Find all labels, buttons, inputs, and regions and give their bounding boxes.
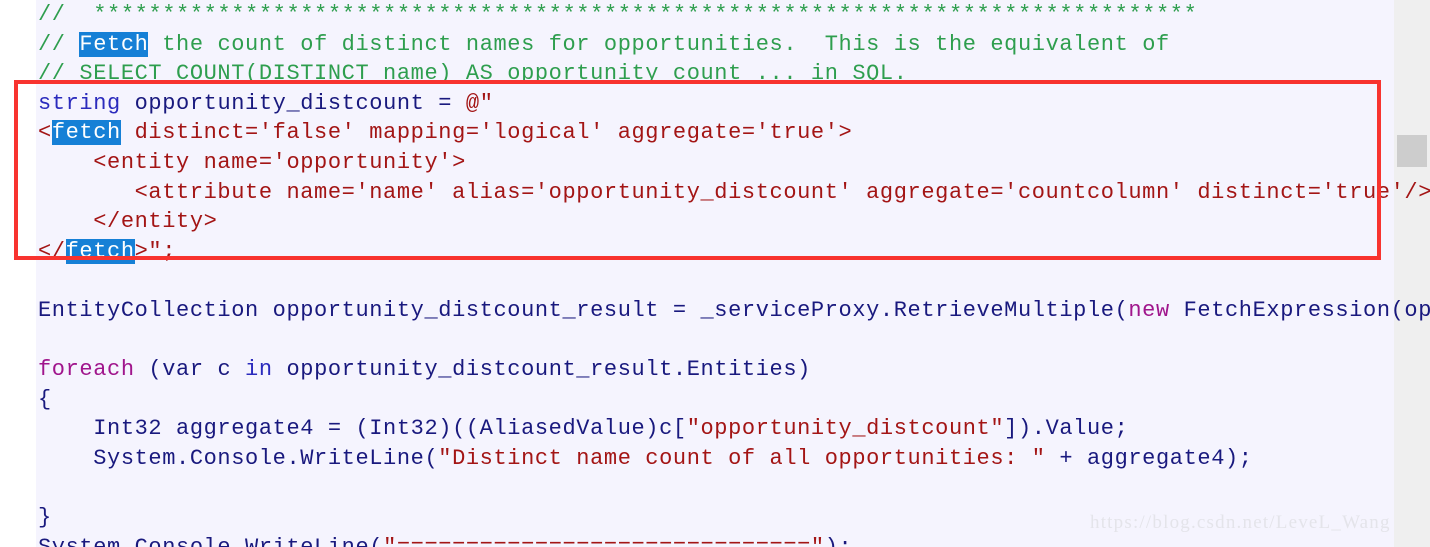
line-int32-aggregate-seg-1: "opportunity_distcount" xyxy=(686,416,1005,442)
line-blank-1[interactable] xyxy=(36,266,1430,296)
line-comment-stars[interactable]: // *************************************… xyxy=(36,0,1430,30)
line-entitycollection[interactable]: EntityCollection opportunity_distcount_r… xyxy=(36,296,1430,326)
line-foreach[interactable]: foreach (var c in opportunity_distcount_… xyxy=(36,355,1430,385)
line-fetch-close-seg-0: </ xyxy=(38,238,66,264)
line-entitycollection-seg-2: FetchExpression(opportu xyxy=(1183,297,1430,323)
line-fetch-open[interactable]: <fetch distinct='false' mapping='logical… xyxy=(36,118,1430,148)
line-writeline-separator-seg-0: System.Console.WriteLine( xyxy=(38,535,383,547)
line-comment-fetch-count[interactable]: // Fetch the count of distinct names for… xyxy=(36,30,1430,60)
line-attribute[interactable]: <attribute name='name' alias='opportunit… xyxy=(36,178,1430,208)
line-blank-3[interactable] xyxy=(36,474,1430,504)
line-writeline-distinct[interactable]: System.Console.WriteLine("Distinct name … xyxy=(36,444,1430,474)
line-entity-open-seg-0: <entity name='opportunity'> xyxy=(38,149,466,175)
line-entity-close-seg-0: </entity> xyxy=(38,209,218,235)
line-writeline-distinct-seg-0: System.Console.WriteLine( xyxy=(38,445,439,471)
line-comment-select-sql-seg-0: // SELECT COUNT(DISTINCT name) AS opport… xyxy=(38,61,908,87)
line-fetch-open-seg-0: < xyxy=(38,120,52,146)
line-entitycollection-seg-0: EntityCollection opportunity_distcount_r… xyxy=(38,297,1129,323)
line-fetch-close-seg-2: >"; xyxy=(134,238,177,264)
line-fetch-close[interactable]: </fetch>"; xyxy=(36,237,1430,267)
line-string-decl-seg-1: opportunity_distcount = xyxy=(120,90,466,116)
line-comment-stars-seg-0: // *************************************… xyxy=(38,2,1198,27)
line-string-decl[interactable]: string opportunity_distcount = @" xyxy=(36,89,1430,119)
line-writeline-separator[interactable]: System.Console.WriteLine("==============… xyxy=(36,533,1430,547)
line-foreach-seg-0: foreach xyxy=(38,357,135,383)
line-attribute-seg-0: <attribute name='name' alias='opportunit… xyxy=(38,179,1430,205)
line-entitycollection-seg-1: new xyxy=(1128,297,1170,323)
line-foreach-seg-2: in xyxy=(245,357,273,383)
line-fetch-open-seg-2: distinct='false' mapping='logical' aggre… xyxy=(120,120,853,146)
line-writeline-separator-seg-2: ); xyxy=(825,535,853,547)
code-block[interactable]: // *************************************… xyxy=(36,0,1430,547)
line-string-decl-seg-2: @" xyxy=(465,90,494,116)
line-writeline-separator-seg-1: "==============================" xyxy=(383,535,825,547)
line-open-brace[interactable]: { xyxy=(36,385,1430,415)
line-entity-close[interactable]: </entity> xyxy=(36,207,1430,237)
line-close-brace-seg-0: } xyxy=(38,505,52,531)
line-writeline-distinct-seg-2: + aggregate4); xyxy=(1045,445,1253,471)
line-blank-2[interactable] xyxy=(36,326,1430,356)
line-fetch-open-seg-1: fetch xyxy=(51,120,121,146)
line-entity-open[interactable]: <entity name='opportunity'> xyxy=(36,148,1430,178)
line-open-brace-seg-0: { xyxy=(38,386,52,412)
line-comment-select-sql[interactable]: // SELECT COUNT(DISTINCT name) AS opport… xyxy=(36,59,1430,89)
line-fetch-close-seg-1: fetch xyxy=(65,238,135,264)
line-int32-aggregate[interactable]: Int32 aggregate4 = (Int32)((AliasedValue… xyxy=(36,414,1430,444)
line-foreach-seg-3: opportunity_distcount_result.Entities) xyxy=(272,357,811,383)
line-writeline-distinct-seg-1: "Distinct name count of all opportunitie… xyxy=(438,445,1046,471)
line-int32-aggregate-seg-2: ]).Value; xyxy=(1004,416,1129,442)
line-int32-aggregate-seg-0: Int32 aggregate4 = (Int32)((AliasedValue… xyxy=(38,416,687,442)
line-comment-fetch-count-seg-0: // xyxy=(38,31,80,57)
line-comment-fetch-count-seg-2: the count of distinct names for opportun… xyxy=(148,31,1170,57)
code-screenshot-root: // *************************************… xyxy=(0,0,1430,547)
line-comment-fetch-count-seg-1: Fetch xyxy=(79,31,149,57)
watermark-text: https://blog.csdn.net/LeveL_Wang xyxy=(1090,512,1391,533)
editor-gutter xyxy=(0,0,36,547)
line-foreach-seg-1: (var c xyxy=(134,357,246,383)
line-string-decl-seg-0: string xyxy=(38,90,121,116)
